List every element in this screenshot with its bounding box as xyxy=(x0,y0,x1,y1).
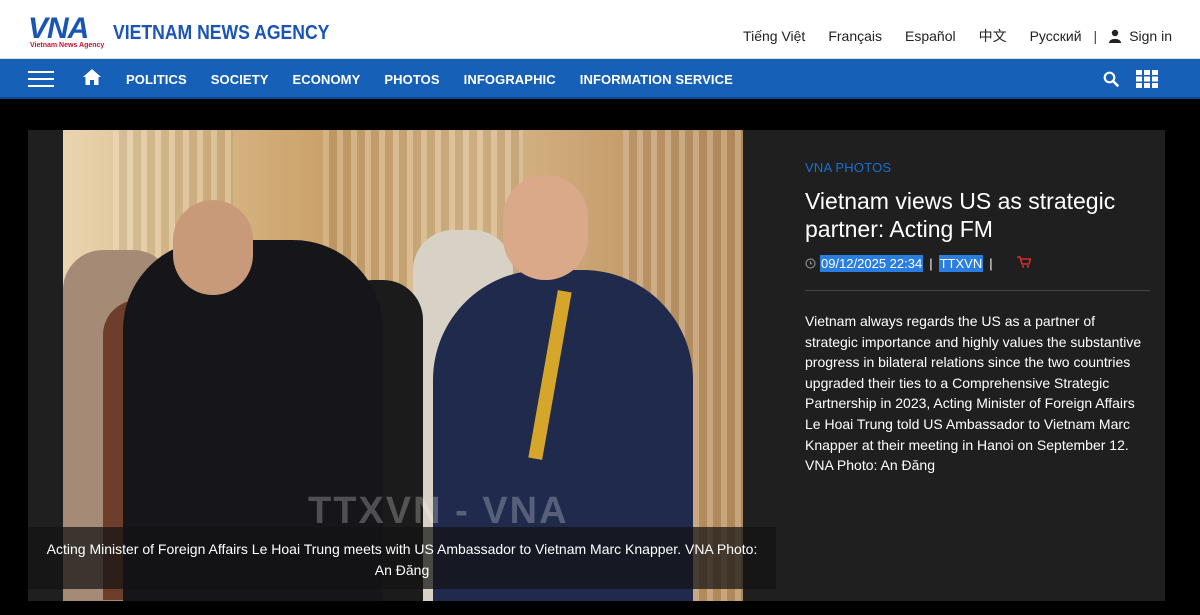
ambassador-head xyxy=(503,175,588,280)
home-icon[interactable] xyxy=(82,67,102,92)
vna-logo[interactable]: VNA Vietnam News Agency xyxy=(28,12,105,52)
hamburger-icon[interactable] xyxy=(28,71,54,87)
cart-icon[interactable] xyxy=(1016,256,1032,271)
minister-head xyxy=(173,200,253,295)
nav-item-economy[interactable]: ECONOMY xyxy=(293,72,361,87)
logo-subtitle: Vietnam News Agency xyxy=(30,42,105,49)
lang-vietnamese[interactable]: Tiếng Việt xyxy=(743,28,805,44)
main-nav: POLITICS SOCIETY ECONOMY PHOTOS INFOGRAP… xyxy=(0,59,1200,99)
lang-french[interactable]: Français xyxy=(828,28,882,44)
story-category[interactable]: VNA PHOTOS xyxy=(805,160,1150,175)
story-datetime: 09/12/2025 22:34 xyxy=(820,255,924,272)
user-icon xyxy=(1109,29,1122,43)
photo-caption: Acting Minister of Foreign Affairs Le Ho… xyxy=(28,527,776,589)
signin-label: Sign in xyxy=(1129,28,1172,44)
featured-story: TTXVN - VNA Acting Minister of Foreign A… xyxy=(28,130,1165,601)
story-meta: 09/12/2025 22:34 | TTXVN | xyxy=(805,255,1150,272)
story-source: TTXVN xyxy=(938,255,984,272)
nav-item-photos[interactable]: PHOTOS xyxy=(384,72,439,87)
lang-russian[interactable]: Русский xyxy=(1030,28,1082,44)
meta-separator: | xyxy=(929,256,933,271)
story-info: VNA PHOTOS Vietnam views US as strategic… xyxy=(805,160,1150,476)
lang-spanish[interactable]: Español xyxy=(905,28,956,44)
signin-link[interactable]: Sign in xyxy=(1109,28,1172,44)
nav-items: POLITICS SOCIETY ECONOMY PHOTOS INFOGRAP… xyxy=(126,59,757,99)
site-header: VNA Vietnam News Agency VIETNAM NEWS AGE… xyxy=(0,0,1200,59)
lang-chinese[interactable]: 中文 xyxy=(979,26,1007,46)
story-headline[interactable]: Vietnam views US as strategic partner: A… xyxy=(805,187,1150,243)
nav-item-infographic[interactable]: INFOGRAPHIC xyxy=(464,72,556,87)
logo-text: VNA xyxy=(28,12,89,45)
nav-item-society[interactable]: SOCIETY xyxy=(211,72,269,87)
agency-name[interactable]: VIETNAM NEWS AGENCY xyxy=(113,22,329,45)
meta-separator-2: | xyxy=(989,256,993,271)
story-summary: Vietnam always regards the US as a partn… xyxy=(805,313,1142,474)
nav-item-politics[interactable]: POLITICS xyxy=(126,72,187,87)
lang-separator: | xyxy=(1093,28,1098,44)
clock-icon xyxy=(805,258,816,269)
language-switcher: Tiếng Việt Français Español 中文 Русский |… xyxy=(720,26,1172,46)
nav-item-information-service[interactable]: INFORMATION SERVICE xyxy=(580,72,733,87)
divider xyxy=(805,290,1150,291)
search-icon[interactable] xyxy=(1103,71,1119,92)
grid-icon[interactable] xyxy=(1136,70,1158,93)
logo-mark: VNA xyxy=(28,12,89,45)
